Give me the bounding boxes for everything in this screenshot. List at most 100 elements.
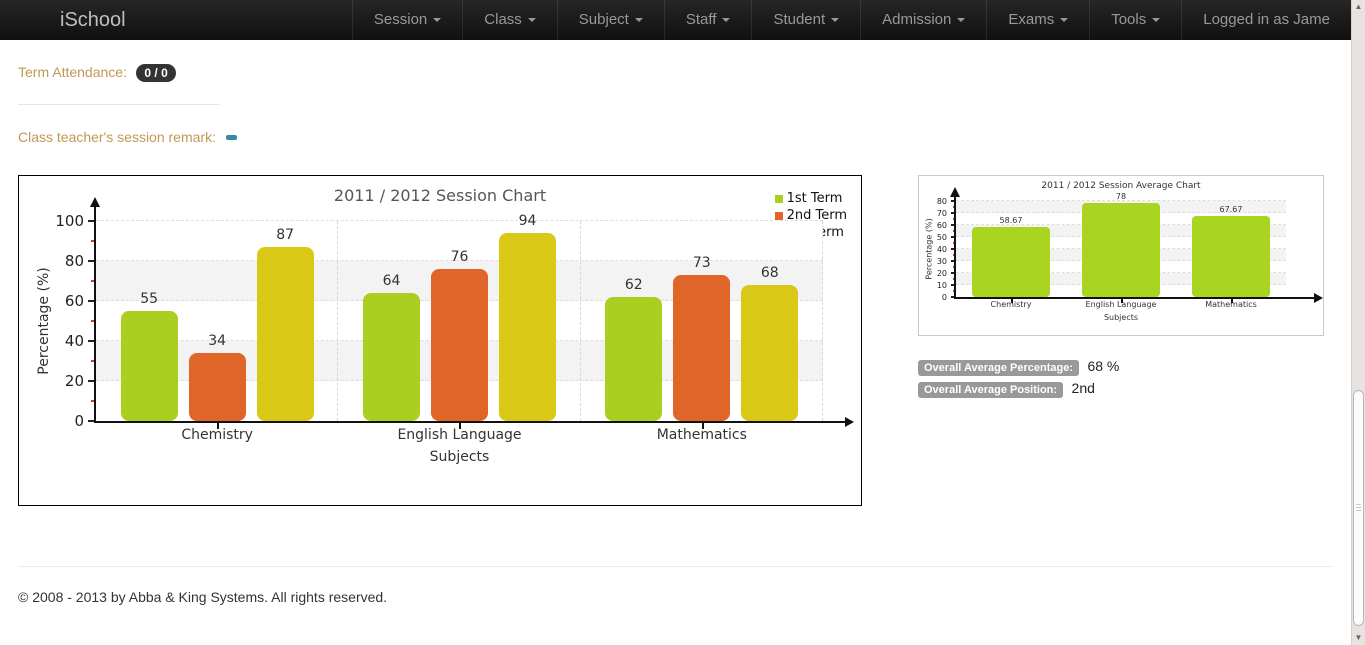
bar-wrap: 62 [605,221,662,421]
nav-item-logged-in-as-jame[interactable]: Logged in as Jame [1181,0,1351,40]
x-category-label: Mathematics [1176,300,1286,309]
nav-item-subject[interactable]: Subject [557,0,664,40]
overall-position-row: Overall Average Position: 2nd [918,380,1324,398]
y-axis-title: Percentage (%) [925,218,934,279]
x-category-label: Chemistry [956,300,1066,309]
y-axis-arrow-icon [950,187,960,197]
nav-item-tools[interactable]: Tools [1089,0,1181,40]
page: iSchool SessionClassSubjectStaffStudentA… [0,0,1351,645]
chevron-down-icon [722,18,730,22]
overall-percentage-row: Overall Average Percentage: 68 % [918,358,1324,376]
overall-average-position-value: 2nd [1072,380,1095,396]
bar-wrap: 55 [121,221,178,421]
session-chart: 2011 / 2012 Session Chart 1st Term2nd Te… [18,175,862,506]
nav-item-session[interactable]: Session [352,0,462,40]
bar-wrap: 34 [189,221,246,421]
y-tick-label: 20 [50,372,84,390]
nav-item-admission[interactable]: Admission [860,0,986,40]
term-attendance-row: Term Attendance: 0 / 0 [18,64,1333,82]
legend-item: 1st Term [775,190,847,207]
session-remark-row: Class teacher's session remark: [18,129,1333,147]
bar [605,297,662,421]
charts-row: 2011 / 2012 Session Chart 1st Term2nd Te… [18,175,1333,506]
bar-wrap: 76 [431,221,488,421]
nav-item-exams[interactable]: Exams [986,0,1089,40]
chevron-down-icon [1152,18,1160,22]
y-axis-title: Percentage (%) [36,267,52,374]
chevron-down-icon [433,18,441,22]
scroll-up-icon[interactable]: ▲ [1352,0,1365,14]
section-divider [18,104,220,105]
bar-group: 553487 [96,221,338,421]
top-navbar: iSchool SessionClassSubjectStaffStudentA… [0,0,1351,40]
bar-wrap: 94 [499,221,556,421]
nav-item-staff[interactable]: Staff [664,0,752,40]
y-axis-arrow-icon [90,197,100,207]
chart-title: 2011 / 2012 Session Average Chart [919,181,1323,191]
x-category-label: English Language [1066,300,1176,309]
bar [972,227,1050,297]
bar [431,269,488,421]
bar [499,233,556,421]
bar [121,311,178,421]
bar-wrap: 73 [673,221,730,421]
bar [363,293,420,421]
y-tick-label: 100 [50,212,84,230]
x-category-label: Chemistry [96,427,338,443]
right-column: 2011 / 2012 Session Average Chart 010203… [918,175,1324,506]
bar-group: 647694 [338,221,580,421]
bar-value-label: 68 [713,265,827,281]
footer-divider [18,566,1333,567]
y-tick-label: 60 [50,292,84,310]
bar [257,247,314,421]
y-tick-label: 0 [50,412,84,430]
bar-wrap: 68 [741,221,798,421]
y-tick-label: 0 [931,293,947,302]
bar-wrap: 58.67 [972,201,1050,297]
bar [1082,203,1160,297]
session-remark-label: Class teacher's session remark: [18,129,216,145]
legend-label: 1st Term [787,190,843,207]
overall-average-position-label: Overall Average Position: [918,382,1063,398]
footer-copyright: © 2008 - 2013 by Abba & King Systems. Al… [18,589,1333,605]
chevron-down-icon [1060,18,1068,22]
bar-value-label: 87 [228,227,342,243]
bar-groups: 553487647694627368 [96,221,823,421]
bar-groups: 58.67 7867.67 [956,201,1286,297]
chevron-down-icon [635,18,643,22]
legend-swatch-icon [775,212,783,220]
remark-collapse-icon[interactable] [226,135,237,140]
nav-item-student[interactable]: Student [751,0,860,40]
y-tick-label: 10 [931,281,947,290]
term-attendance-badge: 0 / 0 [136,64,175,82]
bar-group: 58.67 [956,201,1066,297]
bar [1192,216,1270,297]
plot-area: 0102030405060708058.677867.67ChemistryEn… [956,201,1286,297]
bar [189,353,246,421]
main-menu: SessionClassSubjectStaffStudentAdmission… [352,0,1351,40]
x-axis-arrow-icon [1314,293,1323,303]
brand-logo[interactable]: iSchool [60,0,126,40]
overall-average-percentage-label: Overall Average Percentage: [918,360,1079,376]
bar-wrap: 78 [1082,201,1160,297]
bar-value-label: 67.67 [1153,205,1309,214]
plot-area: 020406080100553487647694627368ChemistryE… [96,221,823,421]
x-axis-title: Subjects [956,313,1286,322]
overall-summary: Overall Average Percentage: 68 % Overall… [918,358,1324,398]
y-tick-label: 40 [50,332,84,350]
scrollbar-thumb[interactable] [1353,390,1364,626]
vertical-scrollbar[interactable]: ▲ ▼ [1351,0,1365,645]
bar-group: 78 [1066,201,1176,297]
x-axis-arrow-icon [845,417,854,427]
nav-item-class[interactable]: Class [462,0,557,40]
bar-value-label: 94 [470,213,584,229]
chevron-down-icon [957,18,965,22]
bar [673,275,730,421]
chart-title: 2011 / 2012 Session Chart [19,186,861,205]
bar-group: 67.67 [1176,201,1286,297]
chevron-down-icon [831,18,839,22]
overall-average-percentage-value: 68 % [1087,358,1119,374]
scroll-down-icon[interactable]: ▼ [1352,631,1365,645]
x-axis-title: Subjects [96,449,823,465]
session-average-chart: 2011 / 2012 Session Average Chart 010203… [918,175,1324,336]
